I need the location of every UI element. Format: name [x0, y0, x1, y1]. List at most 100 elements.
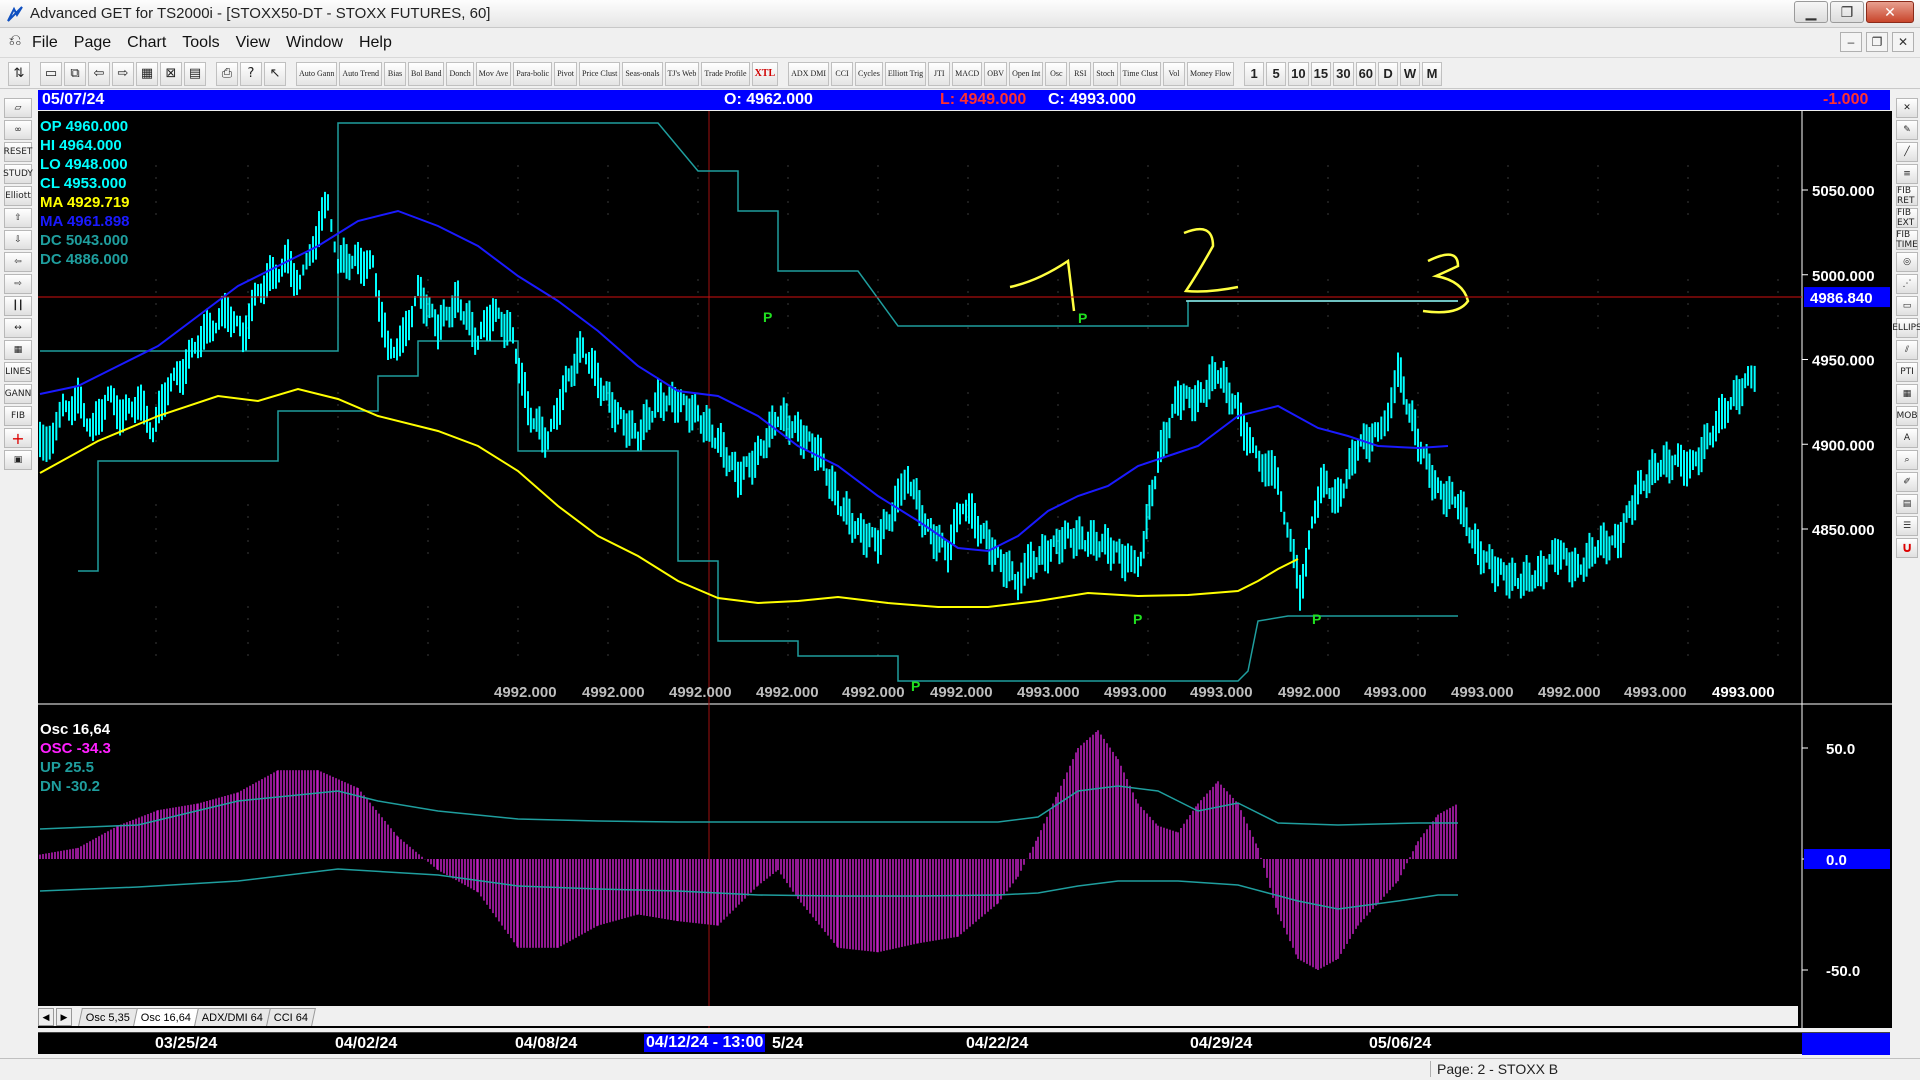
arrow-up-icon[interactable]: ⇧ [4, 208, 32, 228]
arrow-left-icon[interactable]: ⇦ [4, 252, 32, 272]
timeframe-30-button[interactable]: 30 [1333, 61, 1354, 86]
properties-icon[interactable]: ▣ [4, 450, 32, 470]
tab-osc-5-35[interactable]: Osc 5,35 [78, 1008, 138, 1026]
study-auto-trend-button[interactable]: Auto Trend [339, 61, 383, 86]
fan-icon[interactable]: ⋰ [1896, 274, 1918, 294]
chart-area[interactable]: 5050.000 5000.000 4950.000 4900.000 4850.000… [38, 111, 1892, 1028]
gann-tool-button[interactable]: GANN [4, 384, 32, 404]
study-trade-profile-button[interactable]: Trade Profile [701, 61, 750, 86]
study-cycles-button[interactable]: Cycles [855, 61, 883, 86]
timeframe-5-button[interactable]: 5 [1266, 61, 1287, 86]
box-icon[interactable]: ▭ [1896, 296, 1918, 316]
study-donch-button[interactable]: Donch [446, 61, 474, 86]
grid-icon[interactable]: ▦ [136, 61, 158, 86]
study-stoch-button[interactable]: Stoch [1093, 61, 1118, 86]
study-tj-web-button[interactable]: TJ's Web [664, 61, 700, 86]
back-icon[interactable]: ⇦ [88, 61, 110, 86]
grid-tool-icon[interactable]: ▦ [4, 340, 32, 360]
study-jti-button[interactable]: JTI [928, 61, 951, 86]
layout-icon[interactable]: ▤ [184, 61, 206, 86]
study-osc-button[interactable]: Osc [1045, 61, 1068, 86]
study-price-clust-button[interactable]: Price Clust [578, 61, 621, 86]
timeframe-1-button[interactable]: 1 [1244, 61, 1265, 86]
bars-icon[interactable]: ┃┃ [4, 296, 32, 316]
study-money-flow-button[interactable]: Money Flow [1187, 61, 1235, 86]
open-folder-icon[interactable]: ▱ [4, 98, 32, 118]
mob-button[interactable]: MOB [1896, 406, 1918, 426]
zoom-icon[interactable]: ⌕ [1896, 450, 1918, 470]
timeframe-15-button[interactable]: 15 [1310, 61, 1332, 86]
toolbar-grip-icon[interactable]: ⇅ [8, 61, 30, 86]
tab-scroll-left-icon[interactable]: ◀ [38, 1008, 54, 1026]
study-mov-ave-button[interactable]: Mov Ave [475, 61, 512, 86]
tab-adx-dmi-64[interactable]: ADX/DMI 64 [194, 1008, 272, 1026]
fib-time-button[interactable]: FIB TIME [1896, 230, 1918, 250]
menu-page[interactable]: Page [74, 34, 111, 52]
timeframe-10-button[interactable]: 10 [1288, 61, 1309, 86]
glasses-icon[interactable]: ∞ [4, 120, 32, 140]
reset-button[interactable]: RESET [4, 142, 32, 162]
study-time-clust-button[interactable]: Time Clust [1119, 61, 1162, 86]
help-icon[interactable]: ? [240, 61, 262, 86]
pencil-icon[interactable]: ✎ [1896, 120, 1918, 140]
ellipse-button[interactable]: ELLIPS [1892, 318, 1920, 338]
tab-scroll-right-icon[interactable]: ▶ [56, 1008, 72, 1026]
spiral-icon[interactable]: ◎ [1896, 252, 1918, 272]
menu-file[interactable]: File [32, 34, 58, 52]
magnet-icon[interactable]: ∪ [1896, 538, 1918, 558]
menu-tools[interactable]: Tools [182, 34, 219, 52]
fib-ret-button[interactable]: FIB RET [1896, 186, 1918, 206]
study-parabolic-button[interactable]: Para-bolic [513, 61, 553, 86]
study-pivot-button[interactable]: Pivot [554, 61, 577, 86]
list-icon[interactable]: ☰ [1896, 516, 1918, 536]
crosshair-icon[interactable]: + [4, 428, 32, 448]
close-button[interactable]: ✕ [1866, 1, 1914, 23]
study-macd-button[interactable]: MACD [952, 61, 983, 86]
study-auto-gann-button[interactable]: Auto Gann [296, 61, 338, 86]
menu-chart[interactable]: Chart [127, 34, 166, 52]
study-seasonals-button[interactable]: Seas-onals [622, 61, 663, 86]
arrow-down-icon[interactable]: ⇩ [4, 230, 32, 250]
pti-button[interactable]: PTI [1896, 362, 1918, 382]
tab-cci-64[interactable]: CCI 64 [266, 1008, 317, 1026]
chart-canvas[interactable]: 5050.000 5000.000 4950.000 4900.000 4850.000… [38, 111, 1892, 1028]
tab-osc-16-64[interactable]: Osc 16,64 [133, 1008, 200, 1026]
study-bol-band-button[interactable]: Bol Band [408, 61, 445, 86]
print-icon[interactable]: ⎙ [216, 61, 238, 86]
channel-icon[interactable]: ⫽ [1896, 340, 1918, 360]
study-cci-button[interactable]: CCI [831, 61, 854, 86]
new-file-icon[interactable]: ▭ [40, 61, 62, 86]
timeframe-60-button[interactable]: 60 [1355, 61, 1377, 86]
timeframe-w-button[interactable]: W [1400, 61, 1421, 86]
study-open-int-button[interactable]: Open Int [1009, 61, 1044, 86]
fib-tool-button[interactable]: FIB [4, 406, 32, 426]
close-x-icon[interactable]: ✕ [1896, 98, 1918, 118]
study-adx-dmi-button[interactable]: ADX DMI [788, 61, 830, 86]
date-axis[interactable]: 03/25/24 04/02/24 04/08/24 04/12/24 - 13… [38, 1032, 1890, 1055]
timeframe-d-button[interactable]: D [1378, 61, 1399, 86]
mdi-minimize-button[interactable]: – [1840, 32, 1862, 52]
study-bias-button[interactable]: Bias [384, 61, 407, 86]
menu-grip-icon[interactable]: ⎌ [6, 32, 24, 54]
diagonal-line-icon[interactable]: ╱ [1896, 142, 1918, 162]
eraser-icon[interactable]: ✐ [1896, 472, 1918, 492]
text-tool-icon[interactable]: A [1896, 428, 1918, 448]
parallel-lines-icon[interactable]: ≡ [1896, 164, 1918, 184]
fib-ext-button[interactable]: FIB EXT [1896, 208, 1918, 228]
timeframe-m-button[interactable]: M [1422, 61, 1443, 86]
study-elliott-trig-button[interactable]: Elliott Trig [884, 61, 927, 86]
minimize-button[interactable]: ▁ [1794, 1, 1828, 23]
lines-tool-button[interactable]: LINES [4, 362, 32, 382]
delete-icon[interactable]: ⊠ [160, 61, 182, 86]
study-obv-button[interactable]: OBV [984, 61, 1008, 86]
menu-view[interactable]: View [236, 34, 270, 52]
forward-icon[interactable]: ⇨ [112, 61, 134, 86]
arrow-right-icon[interactable]: ⇨ [4, 274, 32, 294]
study-xtl-button[interactable]: XTL [751, 61, 779, 86]
mdi-close-button[interactable]: ✕ [1892, 32, 1914, 52]
layers-icon[interactable]: ▤ [1896, 494, 1918, 514]
copy-icon[interactable]: ⧉ [64, 61, 86, 86]
mdi-restore-button[interactable]: ❐ [1866, 32, 1888, 52]
study-tool-button[interactable]: STUDY [3, 164, 33, 184]
elliott-tool-button[interactable]: Elliott [4, 186, 32, 206]
